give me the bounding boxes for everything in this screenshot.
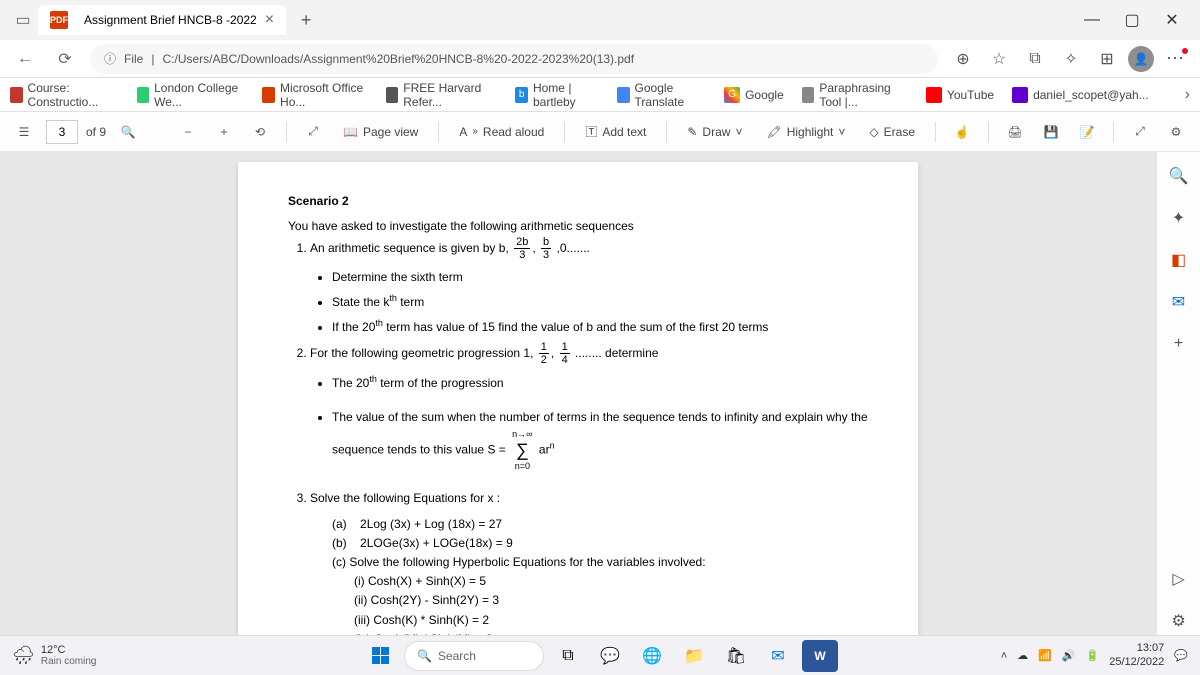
refresh-button[interactable]: ⟳ (50, 44, 80, 74)
store-icon[interactable]: 🛍 (718, 640, 754, 672)
bookmark-item[interactable]: Paraphrasing Tool |... (802, 81, 908, 109)
bookmark-item[interactable]: London College We... (137, 81, 245, 109)
word-icon[interactable]: W (802, 640, 838, 672)
close-window-button[interactable]: ✕ (1152, 0, 1192, 40)
windows-taskbar: 🌧 12°C Rain coming 🔍 Search ⧉ 💬 🌐 📁 🛍 ✉ … (0, 635, 1200, 675)
mail-icon[interactable]: ✉ (760, 640, 796, 672)
maximize-button[interactable]: ▢ (1112, 0, 1152, 40)
extensions-icon[interactable]: ⊞ (1092, 44, 1122, 74)
task-view-icon[interactable]: ⧉ (550, 640, 586, 672)
intro-text: You have asked to investigate the follow… (288, 217, 868, 236)
address-bar-row: ← ⟳ ⓘ File | C:/Users/ABC/Downloads/Assi… (0, 40, 1200, 78)
saveas-icon[interactable]: 📝 (1073, 118, 1101, 146)
volume-icon[interactable]: 🔊 (1062, 649, 1076, 662)
info-icon: ⓘ (104, 50, 116, 67)
battery-icon[interactable]: 🔋 (1086, 649, 1100, 662)
system-tray: ˄ ☁ 📶 🔊 🔋 13:07 25/12/2022 💬 (1001, 642, 1188, 668)
bookmark-item[interactable]: daniel_scopet@yah... (1012, 87, 1149, 103)
weather-icon: 🌧 (12, 645, 35, 666)
weather-widget[interactable]: 🌧 12°C Rain coming (12, 644, 96, 667)
wifi-icon[interactable]: 📶 (1038, 649, 1052, 662)
plus-sidebar-icon[interactable]: + (1165, 330, 1193, 358)
collections-icon[interactable]: ✧ (1056, 44, 1086, 74)
bookmark-item[interactable]: YouTube (926, 87, 994, 103)
highlight-button[interactable]: 🖍 Highlight ˅ (758, 117, 853, 147)
bookmark-item[interactable]: bHome | bartleby (515, 81, 599, 109)
touch-icon[interactable]: ☝ (948, 118, 976, 146)
page-total: of 9 (86, 125, 106, 139)
page-view-button[interactable]: 📖 Page view (335, 117, 426, 147)
tab-title: Assignment Brief HNCB-8 -2022 (84, 13, 257, 27)
close-tab-icon[interactable]: × (265, 11, 274, 29)
edge-icon[interactable]: 🌐 (634, 640, 670, 672)
sidebar-settings-icon[interactable]: ⚙ (1165, 607, 1193, 635)
pdf-icon: PDF (50, 11, 68, 29)
split-icon[interactable]: ⧉ (1020, 44, 1050, 74)
fullscreen-icon[interactable]: ⤢ (1126, 118, 1154, 146)
zoom-in-icon[interactable]: + (210, 118, 238, 146)
bookmark-item[interactable]: GGoogle (724, 87, 784, 103)
weather-cond: Rain coming (41, 656, 97, 667)
bookmarks-overflow[interactable]: › (1185, 86, 1190, 104)
document-viewport[interactable]: Scenario 2 You have asked to investigate… (0, 152, 1156, 635)
profile-avatar[interactable]: 👤 (1128, 46, 1154, 72)
window-titlebar: ▭ PDF Assignment Brief HNCB-8 -2022 × + … (0, 0, 1200, 40)
find-icon[interactable]: 🔍 (114, 118, 142, 146)
bookmark-item[interactable]: FREE Harvard Refer... (386, 81, 498, 109)
read-aloud-button[interactable]: A» Read aloud (451, 117, 552, 147)
question-3: Solve the following Equations for x : (a… (310, 489, 868, 635)
page-number-input[interactable] (46, 120, 78, 144)
settings-icon[interactable]: ⚙ (1162, 118, 1190, 146)
start-button[interactable] (362, 640, 398, 672)
zoom-out-icon[interactable]: − (174, 118, 202, 146)
notifications-icon[interactable]: 💬 (1174, 649, 1188, 662)
question-1: An arithmetic sequence is given by b, 2b… (310, 236, 868, 337)
right-sidebar: 🔍 ✦ ◧ ✉ + ▷ ⚙ (1156, 152, 1200, 635)
bookmark-item[interactable]: Google Translate (617, 81, 706, 109)
search-sidebar-icon[interactable]: 🔍 (1165, 162, 1193, 190)
onedrive-icon[interactable]: ☁ (1017, 649, 1028, 662)
outlook-icon[interactable]: ✉ (1165, 288, 1193, 316)
chat-icon[interactable]: 💬 (592, 640, 628, 672)
browser-tab[interactable]: PDF Assignment Brief HNCB-8 -2022 × (38, 5, 286, 35)
contents-icon[interactable]: ☰ (10, 118, 38, 146)
tray-chevron-icon[interactable]: ˄ (1001, 650, 1007, 662)
clock[interactable]: 13:07 25/12/2022 (1109, 642, 1164, 668)
office-icon[interactable]: ◧ (1165, 246, 1193, 274)
menu-button[interactable]: ⋯ (1160, 44, 1190, 74)
weather-temp: 12°C (41, 644, 97, 656)
tab-strip-icon[interactable]: ▭ (8, 5, 38, 35)
url-field[interactable]: ⓘ File | C:/Users/ABC/Downloads/Assignme… (90, 44, 938, 74)
erase-button[interactable]: ◇ Erase (861, 117, 923, 147)
url-prefix: File (124, 52, 143, 66)
add-text-button[interactable]: 🅃 Add text (577, 117, 654, 147)
explorer-icon[interactable]: 📁 (676, 640, 712, 672)
fit-icon[interactable]: ⤢ (299, 118, 327, 146)
bookmark-item[interactable]: Course: Constructio... (10, 81, 119, 109)
back-button[interactable]: ← (10, 44, 40, 74)
pdf-toolbar: ☰ of 9 🔍 − + ⟲ ⤢ 📖 Page view A» Read alo… (0, 112, 1200, 152)
zoom-icon[interactable]: ⊕ (948, 44, 978, 74)
scenario-heading: Scenario 2 (288, 192, 868, 211)
new-tab-button[interactable]: + (292, 6, 320, 34)
question-2: For the following geometric progression … (310, 341, 868, 473)
print-icon[interactable]: 🖨 (1001, 118, 1029, 146)
search-icon: 🔍 (417, 649, 432, 663)
save-icon[interactable]: 💾 (1037, 118, 1065, 146)
draw-button[interactable]: ✎ Draw ˅ (679, 117, 750, 147)
taskbar-search[interactable]: 🔍 Search (404, 641, 544, 671)
bookmarks-bar: Course: Constructio... London College We… (0, 78, 1200, 112)
pdf-page: Scenario 2 You have asked to investigate… (238, 162, 918, 635)
favorite-icon[interactable]: ☆ (984, 44, 1014, 74)
rotate-icon[interactable]: ⟲ (246, 118, 274, 146)
copilot-icon[interactable]: ✦ (1165, 204, 1193, 232)
bookmark-item[interactable]: Microsoft Office Ho... (262, 81, 367, 109)
collapse-sidebar-icon[interactable]: ▷ (1165, 565, 1193, 593)
url-path: C:/Users/ABC/Downloads/Assignment%20Brie… (162, 52, 634, 66)
minimize-button[interactable]: ― (1072, 0, 1112, 40)
